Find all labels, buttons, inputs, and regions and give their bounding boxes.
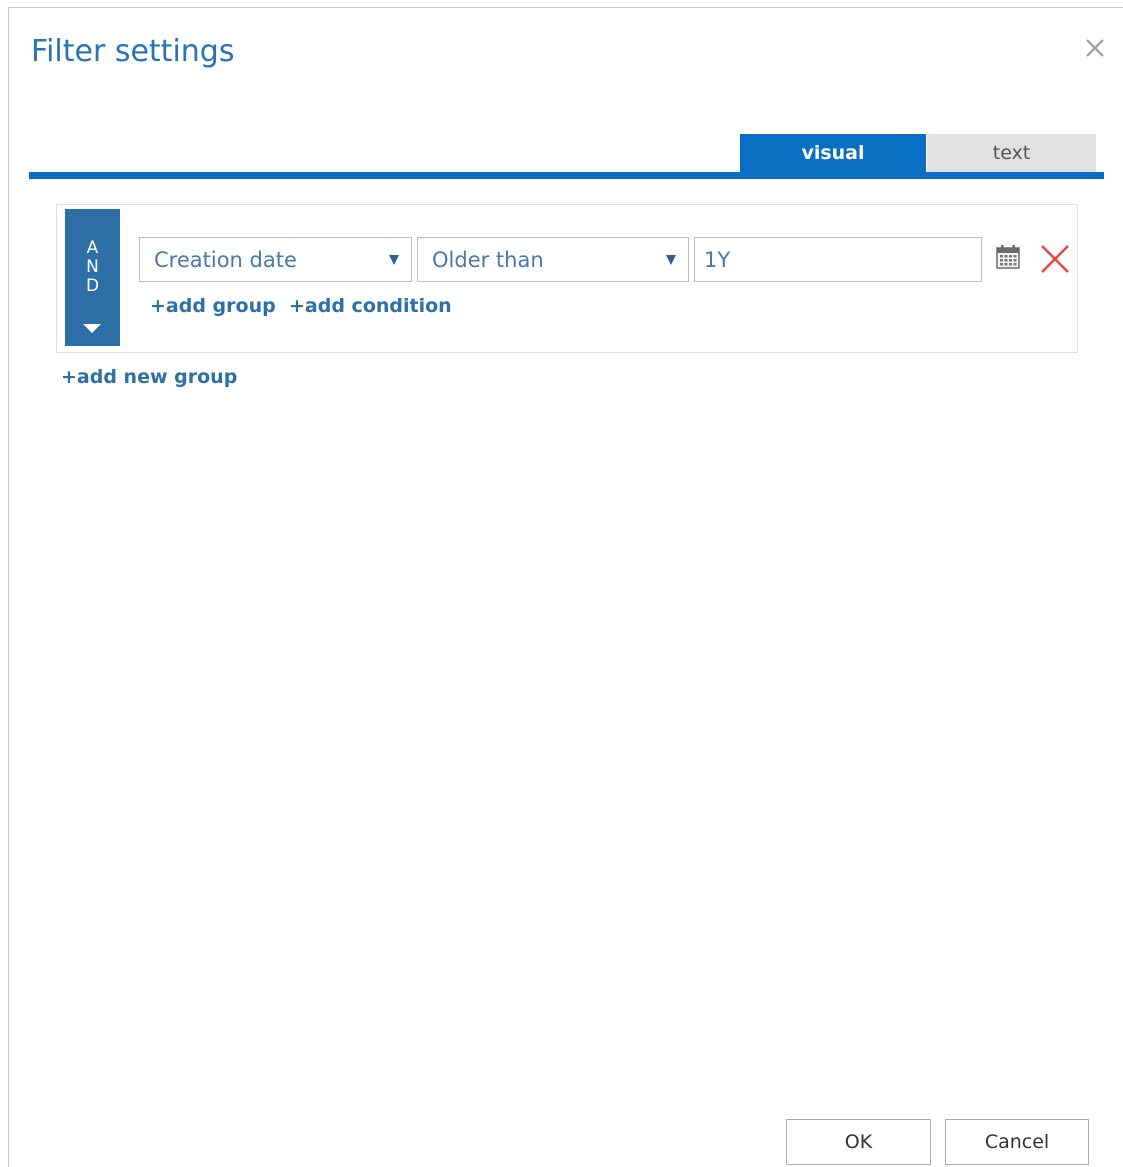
tab-visual[interactable]: visual [740, 134, 926, 172]
chevron-down-icon [83, 324, 101, 333]
cancel-button[interactable]: Cancel [945, 1119, 1089, 1165]
calendar-icon[interactable] [994, 243, 1022, 271]
tab-text[interactable]: text [927, 134, 1096, 172]
operator-select[interactable]: Older than [417, 237, 689, 282]
filter-group: A N D Creation date Older than 1Y +add g… [56, 204, 1078, 353]
chevron-down-icon [666, 255, 676, 265]
group-operator-label: A N D [65, 239, 120, 296]
add-group-link[interactable]: +add group [150, 295, 276, 317]
add-condition-link[interactable]: +add condition [289, 295, 452, 317]
field-select-value: Creation date [154, 247, 297, 272]
add-new-group-link[interactable]: +add new group [61, 366, 237, 388]
ok-button[interactable]: OK [786, 1119, 931, 1165]
condition-value-input[interactable] [694, 237, 982, 282]
operator-select-value: Older than [432, 247, 544, 272]
filter-settings-dialog: Filter settings visual text A N D Creati… [8, 7, 1123, 1167]
dialog-title: Filter settings [31, 34, 235, 69]
operator-letter: N [86, 257, 99, 277]
chevron-down-icon [389, 255, 399, 265]
remove-condition-icon[interactable] [1039, 243, 1071, 275]
group-operator-toggle[interactable]: A N D [65, 209, 120, 346]
field-select[interactable]: Creation date [139, 237, 412, 282]
tab-underline [29, 172, 1104, 179]
operator-letter: A [86, 238, 99, 258]
close-icon[interactable] [1083, 36, 1107, 60]
operator-letter: D [85, 276, 100, 296]
